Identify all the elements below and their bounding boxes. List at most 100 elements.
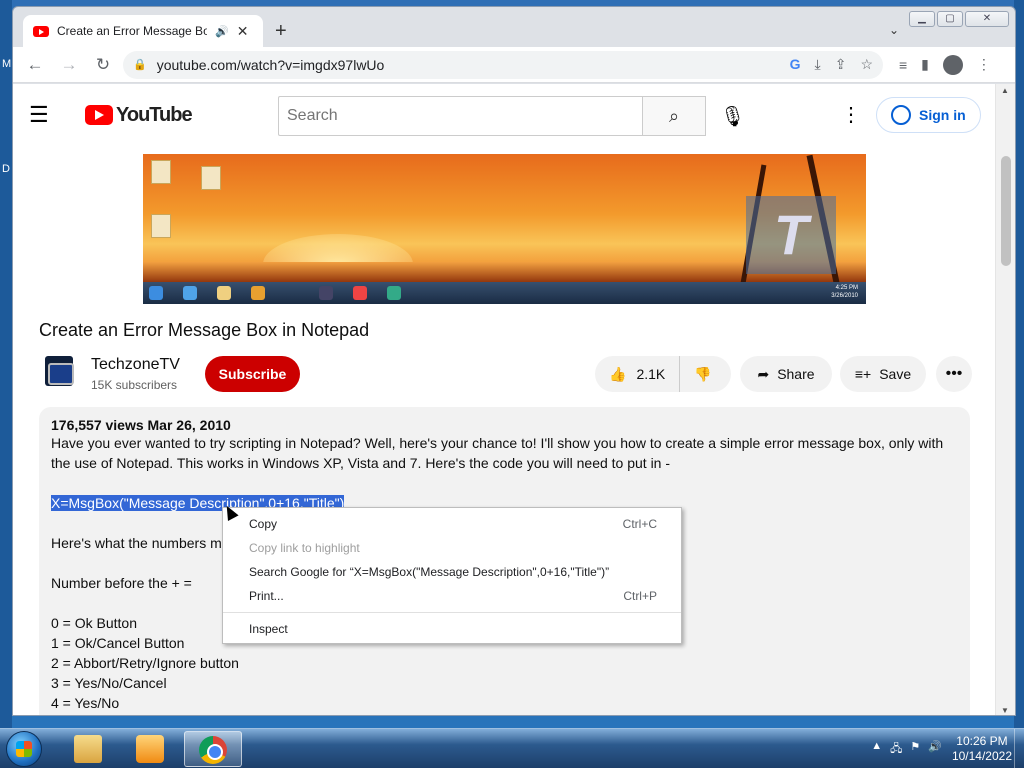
reload-icon[interactable]: ↻	[89, 51, 117, 79]
youtube-logo[interactable]: YouTube	[85, 103, 193, 127]
video-ie-icon	[183, 286, 197, 300]
scrollbar-thumb[interactable]	[1001, 156, 1011, 266]
thumbs-down-icon: 👎	[694, 365, 712, 382]
view-count-date: 176,557 views Mar 26, 2010	[51, 417, 231, 433]
context-menu-print[interactable]: Print... Ctrl+P	[223, 584, 681, 608]
context-menu-label: Inspect	[249, 622, 288, 636]
video-taskbar: 4:25 PM 3/26/2010	[143, 282, 866, 304]
description-option: 2 = Abbort/Retry/Ignore button	[51, 655, 239, 671]
desktop-letter: D	[2, 163, 10, 175]
context-menu-separator	[223, 612, 681, 613]
action-center-flag-icon[interactable]: ⚑	[910, 740, 920, 759]
reading-list-icon[interactable]: ≡	[899, 57, 907, 73]
video-clock-date: 3/26/2010	[831, 293, 858, 299]
channel-name[interactable]: TechzoneTV	[91, 356, 180, 374]
more-actions-button[interactable]: •••	[936, 356, 972, 392]
channel-avatar[interactable]	[45, 356, 74, 386]
dislike-button[interactable]: 👎	[680, 366, 725, 383]
video-desktop-icon	[151, 214, 171, 238]
thumbs-up-icon: 👍	[609, 365, 627, 382]
save-button[interactable]: ≡+ Save	[840, 356, 926, 392]
context-menu-label: Print...	[249, 589, 284, 603]
context-menu-label: Copy	[249, 517, 278, 531]
tab-youtube[interactable]: Create an Error Message Box 🔊 ✕	[23, 15, 263, 47]
google-lens-icon[interactable]: G	[790, 56, 801, 73]
forward-arrow-icon[interactable]: →	[55, 51, 83, 79]
taskbar-explorer[interactable]	[60, 731, 118, 767]
context-menu-label: Search Google for “X=MsgBox("Message Des…	[249, 565, 610, 579]
tab-title: Create an Error Message Box	[57, 24, 207, 38]
network-icon[interactable]: 🖧	[890, 740, 902, 759]
video-player[interactable]: T 4:25 PM 3/26/2010	[143, 154, 866, 304]
video-chrome-icon	[353, 286, 367, 300]
context-menu-shortcut: Ctrl+P	[623, 589, 657, 603]
taskbar-chrome[interactable]	[184, 731, 242, 767]
scroll-down-arrow-icon[interactable]: ▼	[1001, 706, 1009, 715]
desktop-letter: M	[2, 58, 12, 70]
youtube-logo-text: YouTube	[116, 103, 193, 126]
context-menu-copy-link-to-highlight: Copy link to highlight	[223, 536, 681, 560]
page-scrollbar[interactable]: ▲ ▼	[995, 84, 1015, 715]
video-app-icon	[319, 286, 333, 300]
more-dots-icon: •••	[945, 365, 963, 382]
account-icon	[891, 105, 911, 125]
subscribe-button[interactable]: Subscribe	[205, 356, 300, 392]
show-desktop-button[interactable]	[1014, 729, 1024, 768]
video-clock-time: 4:25 PM	[835, 285, 858, 291]
browser-toolbar: ← → ↻ 🔒 youtube.com/watch?v=imgdx97lwUo …	[13, 47, 1015, 83]
start-button[interactable]	[6, 731, 42, 767]
bookmark-star-icon[interactable]: ☆	[860, 56, 873, 73]
taskbar-clock[interactable]: 10:26 PM 10/14/2022	[952, 734, 1012, 764]
description-option: 3 = Yes/No/Cancel	[51, 675, 167, 691]
menu-hamburger-icon[interactable]: ☰	[29, 102, 69, 128]
search-input[interactable]	[278, 96, 642, 136]
video-app-icon	[387, 286, 401, 300]
like-button[interactable]: 👍 2.1K	[595, 356, 681, 392]
youtube-header: ☰ YouTube ⌕ 🎙 ⋮ Sign in	[13, 84, 995, 146]
profile-avatar-icon[interactable]	[942, 54, 963, 75]
save-label: Save	[879, 366, 912, 382]
description-option: 4 = Yes/No	[51, 695, 120, 711]
new-tab-button[interactable]: +	[275, 21, 287, 41]
video-start-icon	[149, 286, 163, 300]
tab-strip: Create an Error Message Box 🔊 ✕ + ⌄	[13, 7, 1015, 47]
video-desktop-icon	[201, 166, 221, 190]
context-menu-search-google[interactable]: Search Google for “X=MsgBox("Message Des…	[223, 560, 681, 584]
search-button[interactable]: ⌕	[642, 96, 706, 136]
share-button[interactable]: ➦ Share	[740, 356, 832, 392]
folder-icon	[74, 735, 102, 763]
search-icon: ⌕	[668, 106, 680, 126]
settings-kebab-icon[interactable]: ⋮	[841, 102, 861, 127]
side-panel-icon[interactable]: ▮	[921, 56, 929, 73]
omnibox-actions: G ⤓ ⇪ ☆	[790, 56, 873, 73]
video-media-icon	[251, 286, 265, 300]
tab-search-chevron-icon[interactable]: ⌄	[889, 23, 899, 37]
youtube-play-icon	[85, 105, 113, 125]
desktop-edge-left: M D	[0, 0, 12, 728]
tray-icons: ▲ 🖧 ⚑ 🔊	[871, 740, 942, 759]
tray-expand-icon[interactable]: ▲	[871, 740, 882, 759]
context-menu-inspect[interactable]: Inspect	[223, 617, 681, 641]
context-menu-copy[interactable]: Copy Ctrl+C	[223, 512, 681, 536]
volume-icon[interactable]: 🔊	[928, 740, 942, 759]
subscriber-count: 15K subscribers	[91, 378, 178, 392]
video-folder-icon	[217, 286, 231, 300]
like-count: 2.1K	[636, 366, 666, 382]
taskbar-media-player[interactable]	[122, 731, 180, 767]
chrome-menu-icon[interactable]: ⋮	[977, 56, 991, 73]
context-menu-shortcut: Ctrl+C	[622, 517, 657, 531]
address-bar[interactable]: 🔒 youtube.com/watch?v=imgdx97lwUo G ⤓ ⇪ …	[123, 50, 883, 79]
close-tab-icon[interactable]: ✕	[237, 23, 249, 40]
scroll-up-arrow-icon[interactable]: ▲	[1001, 86, 1009, 95]
microphone-icon[interactable]: 🎙	[720, 104, 745, 129]
lock-icon[interactable]: 🔒	[133, 58, 147, 71]
speaker-icon[interactable]: 🔊	[215, 25, 229, 38]
media-player-icon	[136, 735, 164, 763]
clock-date: 10/14/2022	[951, 749, 1012, 763]
sign-in-button[interactable]: Sign in	[876, 97, 981, 133]
install-app-icon[interactable]: ⤓	[815, 56, 821, 73]
share-page-icon[interactable]: ⇪	[835, 56, 847, 73]
video-desktop-icon	[151, 160, 171, 184]
address-url[interactable]: youtube.com/watch?v=imgdx97lwUo	[157, 57, 780, 73]
back-arrow-icon[interactable]: ←	[21, 51, 49, 79]
